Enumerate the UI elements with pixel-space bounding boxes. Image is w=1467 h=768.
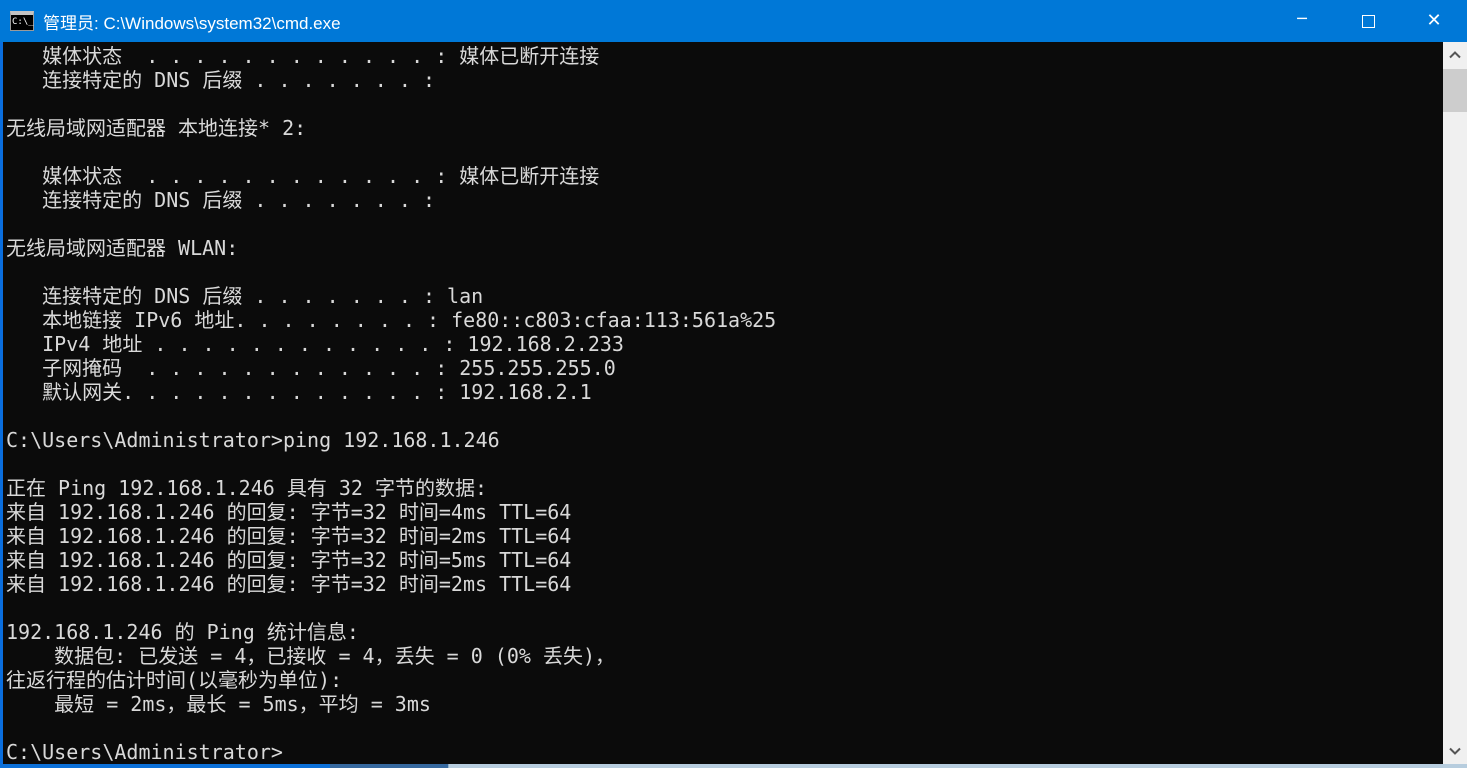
console-line: 无线局域网适配器 WLAN:	[6, 236, 239, 260]
close-button[interactable]: ✕	[1401, 0, 1467, 42]
console[interactable]: 媒体状态 . . . . . . . . . . . . : 媒体已断开连接 连…	[0, 42, 1443, 764]
chevron-down-icon	[1449, 747, 1461, 755]
maximize-icon	[1361, 14, 1375, 28]
titlebar-left: C:\_ 管理员: C:\Windows\system32\cmd.exe	[0, 9, 341, 34]
scrollbar-thumb[interactable]	[1443, 69, 1467, 112]
console-line: 媒体状态 . . . . . . . . . . . . : 媒体已断开连接	[6, 164, 600, 188]
console-line: 往返行程的估计时间(以毫秒为单位):	[6, 668, 343, 692]
console-line: 子网掩码 . . . . . . . . . . . . : 255.255.2…	[6, 356, 616, 380]
window-controls: ─ ✕	[1269, 0, 1467, 42]
console-line: C:\Users\Administrator>	[6, 740, 283, 764]
console-line: C:\Users\Administrator>ping 192.168.1.24…	[6, 428, 500, 452]
chevron-up-icon	[1449, 51, 1461, 59]
cmd-icon: C:\_	[10, 11, 34, 31]
console-line: 本地链接 IPv6 地址. . . . . . . . : fe80::c803…	[6, 308, 777, 332]
cmd-window: C:\_ 管理员: C:\Windows\system32\cmd.exe ─ …	[0, 0, 1467, 768]
console-line: 来自 192.168.1.246 的回复: 字节=32 时间=2ms TTL=6…	[6, 524, 572, 548]
console-line: IPv4 地址 . . . . . . . . . . . . : 192.16…	[6, 332, 624, 356]
bottom-border-segment	[330, 764, 448, 768]
console-line: 来自 192.168.1.246 的回复: 字节=32 时间=5ms TTL=6…	[6, 548, 572, 572]
console-line: 正在 Ping 192.168.1.246 具有 32 字节的数据:	[6, 476, 488, 500]
maximize-button[interactable]	[1335, 0, 1401, 42]
console-line: 默认网关. . . . . . . . . . . . . : 192.168.…	[6, 380, 592, 404]
scroll-down-button[interactable]	[1443, 738, 1467, 764]
console-line: 连接特定的 DNS 后缀 . . . . . . . : lan	[6, 284, 484, 308]
console-line: 数据包: 已发送 = 4，已接收 = 4，丢失 = 0 (0% 丢失)，	[6, 644, 615, 668]
minimize-button[interactable]: ─	[1269, 0, 1335, 42]
close-icon: ✕	[1426, 10, 1442, 31]
console-line: 媒体状态 . . . . . . . . . . . . : 媒体已断开连接	[6, 44, 600, 68]
minimize-icon: ─	[1297, 9, 1307, 28]
console-line: 连接特定的 DNS 后缀 . . . . . . . :	[6, 188, 435, 212]
vertical-scrollbar[interactable]	[1443, 42, 1467, 764]
console-line: 来自 192.168.1.246 的回复: 字节=32 时间=2ms TTL=6…	[6, 572, 572, 596]
cmd-icon-text: C:\_	[12, 17, 34, 27]
bottom-border	[0, 764, 1467, 768]
bottom-border-segment	[448, 764, 1467, 768]
console-line: 连接特定的 DNS 后缀 . . . . . . . :	[6, 68, 435, 92]
bottom-border-segment	[0, 764, 330, 768]
scroll-up-button[interactable]	[1443, 42, 1467, 68]
console-line: 192.168.1.246 的 Ping 统计信息:	[6, 620, 359, 644]
console-line: 无线局域网适配器 本地连接* 2:	[6, 116, 307, 140]
console-output: 媒体状态 . . . . . . . . . . . . : 媒体已断开连接 连…	[3, 42, 1443, 764]
window-title: 管理员: C:\Windows\system32\cmd.exe	[43, 13, 341, 33]
titlebar[interactable]: C:\_ 管理员: C:\Windows\system32\cmd.exe ─ …	[0, 0, 1467, 42]
console-line: 来自 192.168.1.246 的回复: 字节=32 时间=4ms TTL=6…	[6, 500, 572, 524]
console-line: 最短 = 2ms，最长 = 5ms，平均 = 3ms	[6, 692, 431, 716]
